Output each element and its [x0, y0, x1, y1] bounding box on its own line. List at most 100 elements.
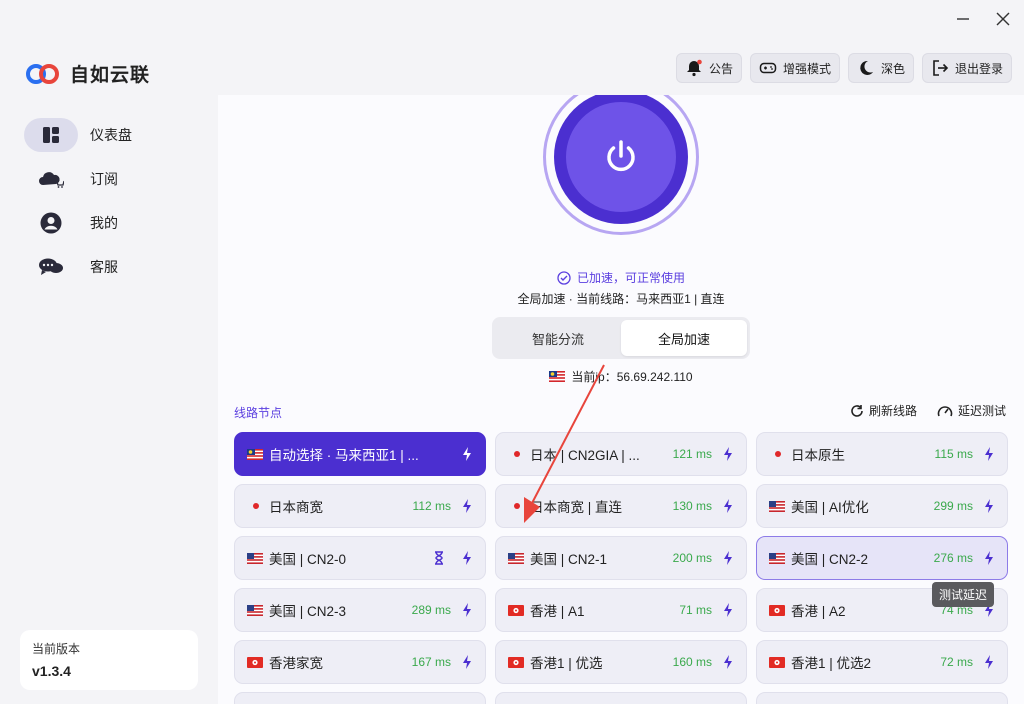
bolt-icon [985, 447, 993, 461]
bolt-icon [463, 447, 471, 461]
mode-smart-split[interactable]: 智能分流 [495, 320, 621, 356]
node-latency: 130 ms [672, 499, 712, 513]
node-grid: 自动选择 · 马来西亚1 | ... 日本 | CN2GIA | ... 121 m… [234, 432, 1008, 704]
node-item[interactable]: 日本原生 115 ms [756, 432, 1008, 476]
node-item[interactable] [495, 692, 747, 704]
node-item[interactable]: 自动选择 · 马来西亚1 | ... [234, 432, 486, 476]
bolt-icon [463, 655, 471, 669]
dashboard-icon [24, 118, 78, 152]
version-value: v1.3.4 [32, 663, 71, 679]
bolt-icon [463, 603, 471, 617]
current-route: 全局加速 · 当前线路：马来西亚1 | 直连 [517, 292, 725, 306]
node-item[interactable]: 美国 | AI优化 299 ms [756, 484, 1008, 528]
node-latency: 299 ms [933, 499, 973, 513]
node-latency: 276 ms [933, 551, 973, 565]
check-circle-icon [557, 270, 571, 285]
node-item[interactable]: 美国 | CN2-3 289 ms [234, 588, 486, 632]
node-item[interactable]: 日本 | CN2GIA | ... 121 ms [495, 432, 747, 476]
window-controls [952, 8, 1014, 30]
usa-flag-icon [769, 552, 785, 564]
connection-status: 已加速，可正常使用 [218, 269, 1024, 286]
dark-mode-button[interactable]: 深色 [847, 53, 914, 83]
node-name: 香港 | A1 [530, 604, 585, 619]
bolt-icon [985, 499, 993, 513]
latency-test-label: 延迟测试 [957, 404, 1006, 418]
logout-label: 退出登录 [954, 61, 1003, 76]
japan-flag-icon [253, 503, 259, 509]
sidebar-item-label: 我的 [90, 215, 118, 231]
node-item[interactable] [756, 692, 1008, 704]
version-box: 当前版本 v1.3.4 [20, 630, 198, 690]
sidebar: 自如云联 仪表盘 订阅 我的 客服 当前版本 v1.3.4 [0, 0, 218, 704]
latency-test-button[interactable]: 延迟测试 [937, 402, 1006, 419]
sidebar-item-support[interactable]: 客服 [24, 249, 204, 285]
nodes-section-title: 线路节点 [234, 406, 283, 420]
latency-test-tooltip: 测试延迟 [932, 582, 995, 607]
node-latency: 167 ms [411, 655, 451, 669]
hongkong-flag-icon [508, 656, 524, 668]
enhanced-mode-button[interactable]: 增强模式 [749, 53, 840, 83]
header-toolbar: 公告 增强模式 深色 退出登录 [675, 53, 1012, 83]
japan-flag-icon [514, 503, 520, 509]
node-item[interactable]: 香港1 | 优选 160 ms [495, 640, 747, 684]
bolt-icon [724, 499, 732, 513]
brand-logo: 自如云联 [26, 60, 150, 87]
logo-icon [26, 62, 62, 86]
japan-flag-icon [775, 451, 781, 457]
sidebar-item-profile[interactable]: 我的 [24, 205, 204, 241]
hongkong-flag-icon [769, 604, 785, 616]
power-ring [543, 95, 699, 235]
node-latency: 71 ms [679, 603, 712, 617]
chat-icon [24, 250, 78, 284]
node-item[interactable]: 美国 | CN2-0 [234, 536, 486, 580]
node-name: 美国 | CN2-2 [791, 552, 869, 567]
node-name: 香港1 | 优选 [530, 656, 603, 671]
mode-switch: 智能分流 全局加速 [492, 317, 750, 359]
sidebar-item-label: 仪表盘 [90, 127, 132, 143]
refresh-icon [851, 404, 863, 417]
enhanced-mode-label: 增强模式 [782, 61, 831, 76]
node-name: 香港 | A2 [791, 604, 846, 619]
cloud-cart-icon [24, 162, 78, 196]
refresh-routes-label: 刷新线路 [868, 404, 917, 418]
node-name: 美国 | AI优化 [791, 500, 869, 515]
bolt-icon [724, 551, 732, 565]
user-icon [24, 206, 78, 240]
node-latency: 289 ms [411, 603, 451, 617]
node-name: 香港家宽 [269, 656, 323, 671]
hourglass-icon [435, 551, 443, 565]
node-name: 日本商宽 [269, 500, 323, 515]
sidebar-item-dashboard[interactable]: 仪表盘 [24, 117, 204, 153]
node-name: 美国 | CN2-1 [530, 552, 608, 567]
bolt-icon [463, 551, 471, 565]
gamepad-icon [759, 62, 777, 74]
node-latency: 72 ms [940, 655, 973, 669]
minimize-icon[interactable] [952, 8, 974, 30]
node-item[interactable]: 香港家宽 167 ms [234, 640, 486, 684]
hongkong-flag-icon [508, 604, 524, 616]
node-item[interactable]: 香港 | A1 71 ms [495, 588, 747, 632]
usa-flag-icon [508, 552, 524, 564]
refresh-routes-button[interactable]: 刷新线路 [850, 402, 917, 419]
sidebar-nav: 仪表盘 订阅 我的 客服 [24, 117, 204, 293]
node-item[interactable] [234, 692, 486, 704]
node-name: 香港1 | 优选2 [791, 656, 872, 671]
mode-global[interactable]: 全局加速 [621, 320, 747, 356]
power-icon [566, 102, 676, 212]
node-item[interactable]: 香港1 | 优选2 72 ms [756, 640, 1008, 684]
logout-button[interactable]: 退出登录 [921, 53, 1012, 83]
hongkong-flag-icon [769, 656, 785, 668]
dashboard-main: 已加速，可正常使用 全局加速 · 当前线路：马来西亚1 | 直连 智能分流 全局… [218, 95, 1024, 704]
announcement-button[interactable]: 公告 [675, 53, 742, 83]
node-latency: 115 ms [934, 447, 973, 461]
node-latency: 160 ms [672, 655, 712, 669]
power-button[interactable] [554, 95, 688, 224]
sidebar-item-subscription[interactable]: 订阅 [24, 161, 204, 197]
node-item[interactable]: 日本商宽 112 ms [234, 484, 486, 528]
node-item[interactable]: 美国 | CN2-2 276 ms [756, 536, 1008, 580]
node-item[interactable]: 日本商宽 | 直连 130 ms [495, 484, 747, 528]
close-icon[interactable] [992, 8, 1014, 30]
node-item[interactable]: 美国 | CN2-1 200 ms [495, 536, 747, 580]
current-ip-text: 当前ip：56.69.242.110 [571, 370, 693, 384]
bolt-icon [724, 655, 732, 669]
